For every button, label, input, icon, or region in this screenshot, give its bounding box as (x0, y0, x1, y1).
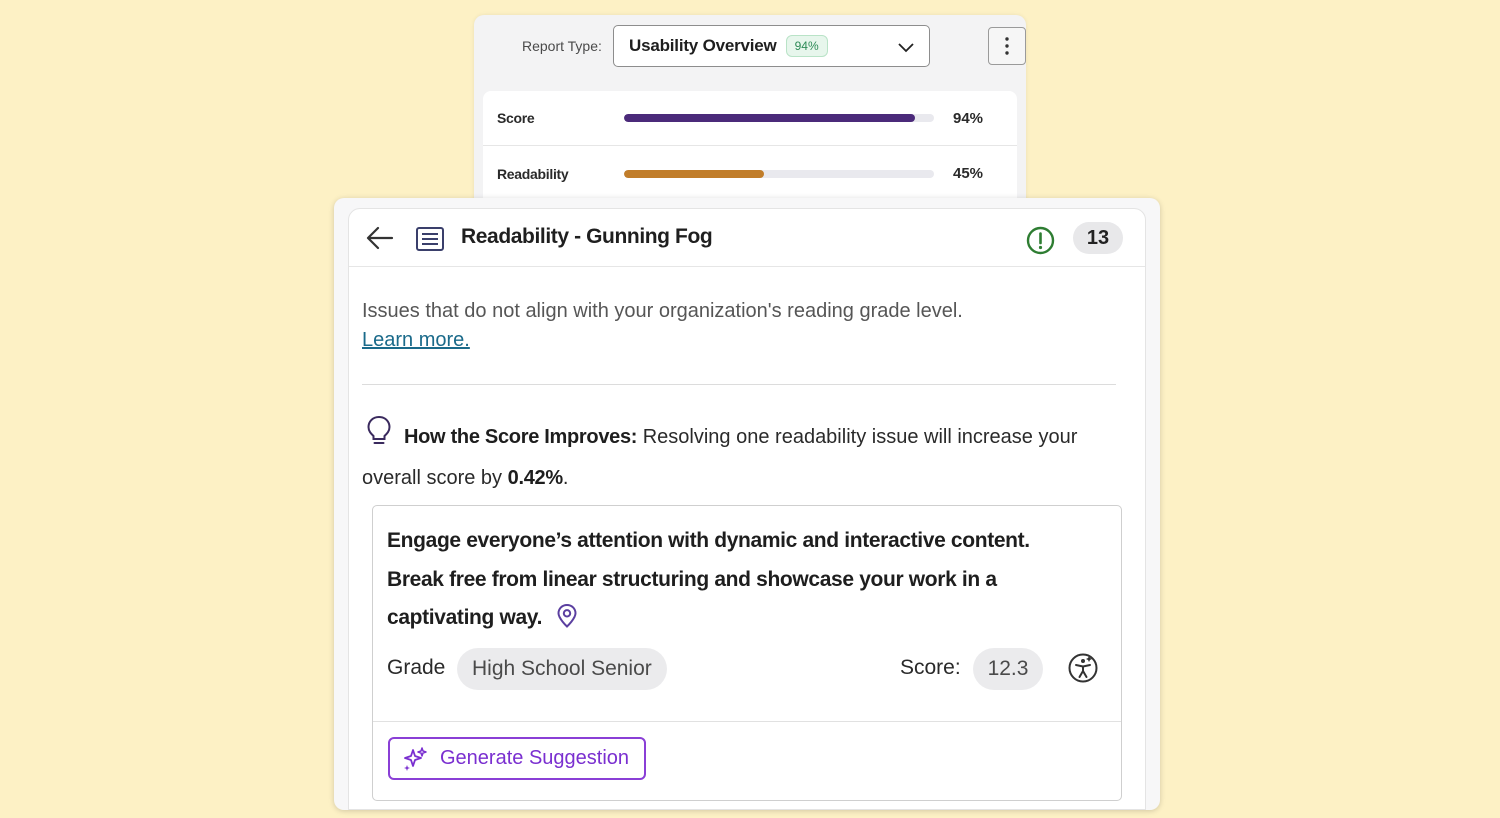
document-icon (416, 227, 444, 251)
score-value-pill: 12.3 (973, 648, 1043, 690)
divider (362, 384, 1116, 385)
metrics-list: Score 94% Readability 45% (483, 91, 1017, 215)
metric-row-score[interactable]: Score 94% (483, 91, 1017, 146)
panel-title: Readability - Gunning Fog (461, 225, 713, 248)
report-summary-card: Report Type: Usability Overview 94% Scor… (474, 15, 1026, 215)
location-pin-icon[interactable] (556, 603, 578, 629)
generate-suggestion-button[interactable]: Generate Suggestion (388, 737, 646, 780)
issue-count-badge: 13 (1073, 222, 1123, 254)
back-arrow-icon[interactable] (365, 225, 395, 251)
report-type-select[interactable]: Usability Overview 94% (613, 25, 930, 67)
improve-value: 0.42% (507, 467, 564, 489)
improve-heading: How the Score Improves: (404, 426, 638, 448)
metric-progress-fill (624, 114, 916, 122)
grade-value-pill: High School Senior (457, 648, 667, 690)
metric-progress-track (624, 114, 934, 122)
improve-tail: . (562, 467, 569, 489)
warning-icon (1026, 226, 1055, 255)
accessibility-icon[interactable] (1067, 652, 1099, 684)
metric-value: 45% (953, 165, 984, 182)
report-score-badge: 94% (785, 35, 828, 57)
panel-description: Issues that do not align with your organ… (362, 297, 1122, 355)
report-type-selected: Usability Overview (629, 36, 777, 55)
more-options-button[interactable] (988, 27, 1026, 65)
metric-label: Score (497, 110, 535, 126)
metric-value: 94% (953, 109, 984, 127)
description-text: Issues that do not align with your organ… (362, 300, 963, 322)
issue-sentence-text: Engage everyone’s attention with dynamic… (387, 529, 1030, 629)
panel-header: Readability - Gunning Fog 13 (349, 209, 1145, 267)
chevron-down-icon (898, 43, 914, 53)
readability-card: Readability - Gunning Fog 13 Issues that… (348, 208, 1146, 810)
card-divider (373, 721, 1121, 722)
issue-sentence: Engage everyone’s attention with dynamic… (387, 522, 1087, 638)
learn-more-link[interactable]: Learn more. (362, 329, 470, 351)
score-improvement-text: How the Score Improves: Resolving one re… (362, 417, 1122, 499)
kebab-menu-icon (1005, 37, 1009, 55)
sparkle-icon (404, 746, 427, 771)
metric-progress-fill (624, 169, 764, 178)
issue-card[interactable]: Engage everyone’s attention with dynamic… (372, 505, 1122, 801)
metric-label: Readability (497, 165, 569, 182)
grade-label: Grade (387, 656, 446, 679)
generate-suggestion-label: Generate Suggestion (440, 747, 630, 769)
metric-progress-track (624, 169, 934, 178)
score-label: Score: (900, 656, 961, 679)
metric-row-readability[interactable]: Readability 45% (483, 146, 1017, 201)
readability-panel: Readability - Gunning Fog 13 Issues that… (334, 198, 1160, 810)
report-type-label: Report Type: (522, 38, 602, 54)
